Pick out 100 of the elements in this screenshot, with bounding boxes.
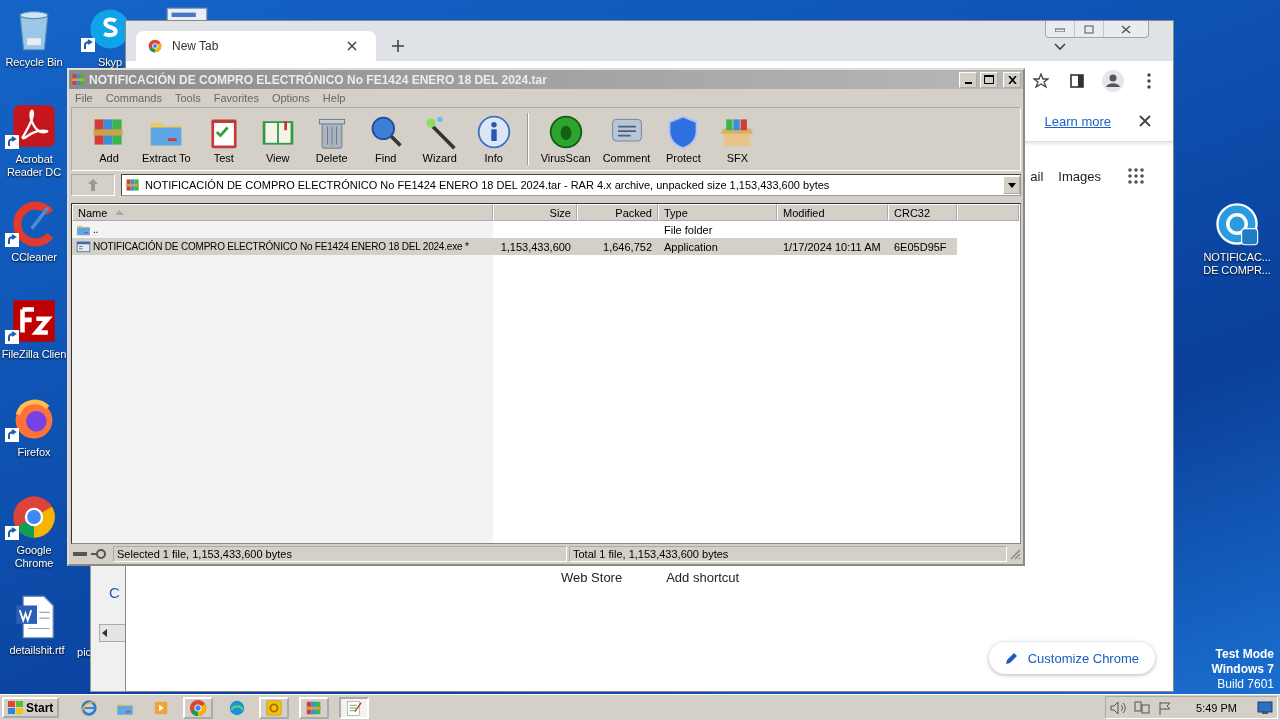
info-icon — [475, 114, 512, 150]
status-text: Selected 1 file, 1,153,433,600 bytes — [113, 546, 567, 562]
taskbar-button[interactable] — [183, 696, 214, 719]
toolbar-button[interactable]: VirusScan — [536, 114, 595, 164]
toolbar-button[interactable]: Comment — [598, 114, 655, 164]
customize-chrome-button[interactable]: Customize Chrome — [988, 642, 1155, 674]
dropdown-button[interactable] — [1003, 176, 1020, 194]
icon-label[interactable]: Recycle Bin — [5, 56, 63, 69]
e-logo-icon — [80, 698, 99, 717]
text-fragment: C — [109, 584, 120, 601]
column-header[interactable]: Name — [72, 204, 493, 221]
network-icon[interactable] — [1134, 700, 1151, 715]
shortcut-label[interactable]: Add shortcut — [666, 570, 740, 585]
icon-label[interactable]: Google Chrome — [1, 544, 67, 570]
bug-icon — [547, 114, 584, 150]
toolbar-button[interactable]: Protect — [658, 114, 709, 164]
column-header[interactable]: Type — [658, 204, 777, 221]
edition-text: Windows 7 — [1211, 662, 1274, 677]
target-logo-icon — [1214, 201, 1260, 247]
toolbar-button[interactable]: Add — [84, 114, 134, 164]
menu-item[interactable]: Favorites — [213, 92, 259, 104]
column-header[interactable]: Modified — [777, 204, 888, 221]
toolbar-button[interactable]: Extract To — [138, 114, 195, 164]
icon-label[interactable]: Skyp — [97, 56, 123, 69]
toolbar-button[interactable]: Delete — [306, 114, 357, 164]
status-text: Total 1 file, 1,153,433,600 bytes — [569, 546, 1007, 562]
pencil-icon — [1004, 651, 1018, 665]
close-icon — [1007, 75, 1017, 84]
toolbar-button[interactable]: Test — [198, 114, 249, 164]
edition-text: Test Mode — [1215, 647, 1274, 662]
toolbar-button[interactable]: View — [252, 114, 303, 164]
file-name[interactable]: NOTIFICACIÓN DE COMPRO ELECTRÓNICO No FE1424 ENERO 18 DEL 2024.exe * — [72, 238, 493, 255]
icon-label[interactable]: detailshit.rtf — [9, 644, 65, 657]
table-cell: 1,153,433,600 — [493, 238, 577, 255]
taskbar-button[interactable] — [339, 696, 370, 719]
resize-grip-icon[interactable] — [1009, 548, 1021, 560]
toolbar-button[interactable]: Info — [468, 114, 519, 164]
minimize-icon — [1055, 26, 1065, 32]
table-cell: 1/17/2024 10:11 AM — [777, 238, 888, 255]
menu-item[interactable]: Tools — [175, 92, 201, 104]
header-link[interactable]: Images — [1058, 168, 1101, 184]
up-arrow-icon — [88, 179, 98, 191]
speaker-icon[interactable] — [1110, 700, 1127, 715]
file-name[interactable]: .. — [72, 221, 493, 238]
maximize-button[interactable] — [980, 71, 998, 88]
header-link[interactable]: ail — [1030, 168, 1044, 184]
column-header[interactable]: Packed — [577, 204, 658, 221]
menu-item[interactable]: Commands — [105, 92, 162, 104]
address-field[interactable]: NOTIFICACIÓN DE COMPRO ELECTRÓNICO No FE1424 ENERO 18 DEL 2024.tar - RAR 4.x archive, unpacked size 1,153,433,600 bytes — [121, 174, 1021, 196]
menu-item[interactable]: File — [75, 92, 93, 104]
caret-icon — [1007, 182, 1016, 188]
flag-icon[interactable] — [1158, 700, 1173, 715]
icon-label[interactable]: NOTIFICAC... DE COMPR... — [1199, 251, 1275, 277]
table-cell: 6E05D95F — [888, 238, 957, 255]
icon-label[interactable]: Acrobat Reader DC — [1, 153, 67, 179]
edition-text: Build 7601 — [1217, 677, 1274, 692]
column-header[interactable]: Size — [493, 204, 577, 221]
apps-grid-icon[interactable] — [1128, 168, 1144, 184]
browser-tab[interactable]: New Tab — [136, 31, 376, 61]
menu-item[interactable]: Help — [322, 92, 346, 104]
clock[interactable]: 5:49 PM — [1196, 701, 1237, 714]
up-arrow-button[interactable] — [71, 174, 115, 196]
icon-label[interactable]: Firefox — [17, 446, 51, 459]
maximize-icon — [984, 75, 994, 84]
browser-logo-icon — [11, 494, 57, 540]
taskbar-button[interactable] — [299, 696, 330, 719]
window-title: NOTIFICACIÓN DE COMPRO ELECTRÓNICO No FE1424 ENERO 18 DEL 2024.tar — [89, 72, 548, 87]
toolbar-button[interactable]: SFX — [712, 114, 763, 164]
windows-logo-icon — [8, 700, 24, 715]
minimize-button[interactable] — [959, 71, 977, 88]
left-arrow-icon — [100, 628, 110, 638]
program-icon — [76, 239, 91, 254]
table-cell: Application — [658, 238, 777, 255]
column-header[interactable]: CRC32 — [888, 204, 957, 221]
toolbar-button[interactable]: Wizard — [414, 114, 465, 164]
wave-logo-icon — [228, 698, 247, 717]
pdf-logo-icon — [11, 103, 57, 149]
profile-icon[interactable] — [1099, 67, 1127, 95]
books-icon — [125, 177, 141, 193]
learn-more-link[interactable]: Learn more — [1044, 113, 1111, 129]
notepad-icon — [345, 698, 364, 717]
taskbar-button[interactable] — [259, 696, 290, 719]
table-cell-text: File folder — [663, 222, 714, 238]
show-desktop-icon[interactable] — [1257, 700, 1273, 715]
icon-label[interactable]: pic — [77, 646, 91, 659]
table-cell: 1,646,752 — [577, 238, 658, 255]
document-icon — [165, 6, 209, 20]
browser-logo-icon — [148, 39, 162, 53]
close-icon — [1121, 24, 1131, 34]
browser-logo-icon — [189, 698, 208, 717]
start-button[interactable]: Start — [2, 697, 60, 718]
menu-item[interactable]: Options — [271, 92, 310, 104]
books-icon — [71, 72, 86, 87]
icon-label[interactable]: FileZilla Clien — [1, 348, 67, 361]
shortcut-label[interactable]: Web Store — [561, 570, 623, 585]
minimize-icon — [964, 81, 972, 84]
toolbar-button[interactable]: Find — [360, 114, 411, 164]
fz-logo-icon — [11, 298, 57, 344]
icon-label[interactable]: CCleaner — [11, 251, 57, 264]
o-logo-icon — [265, 698, 284, 717]
